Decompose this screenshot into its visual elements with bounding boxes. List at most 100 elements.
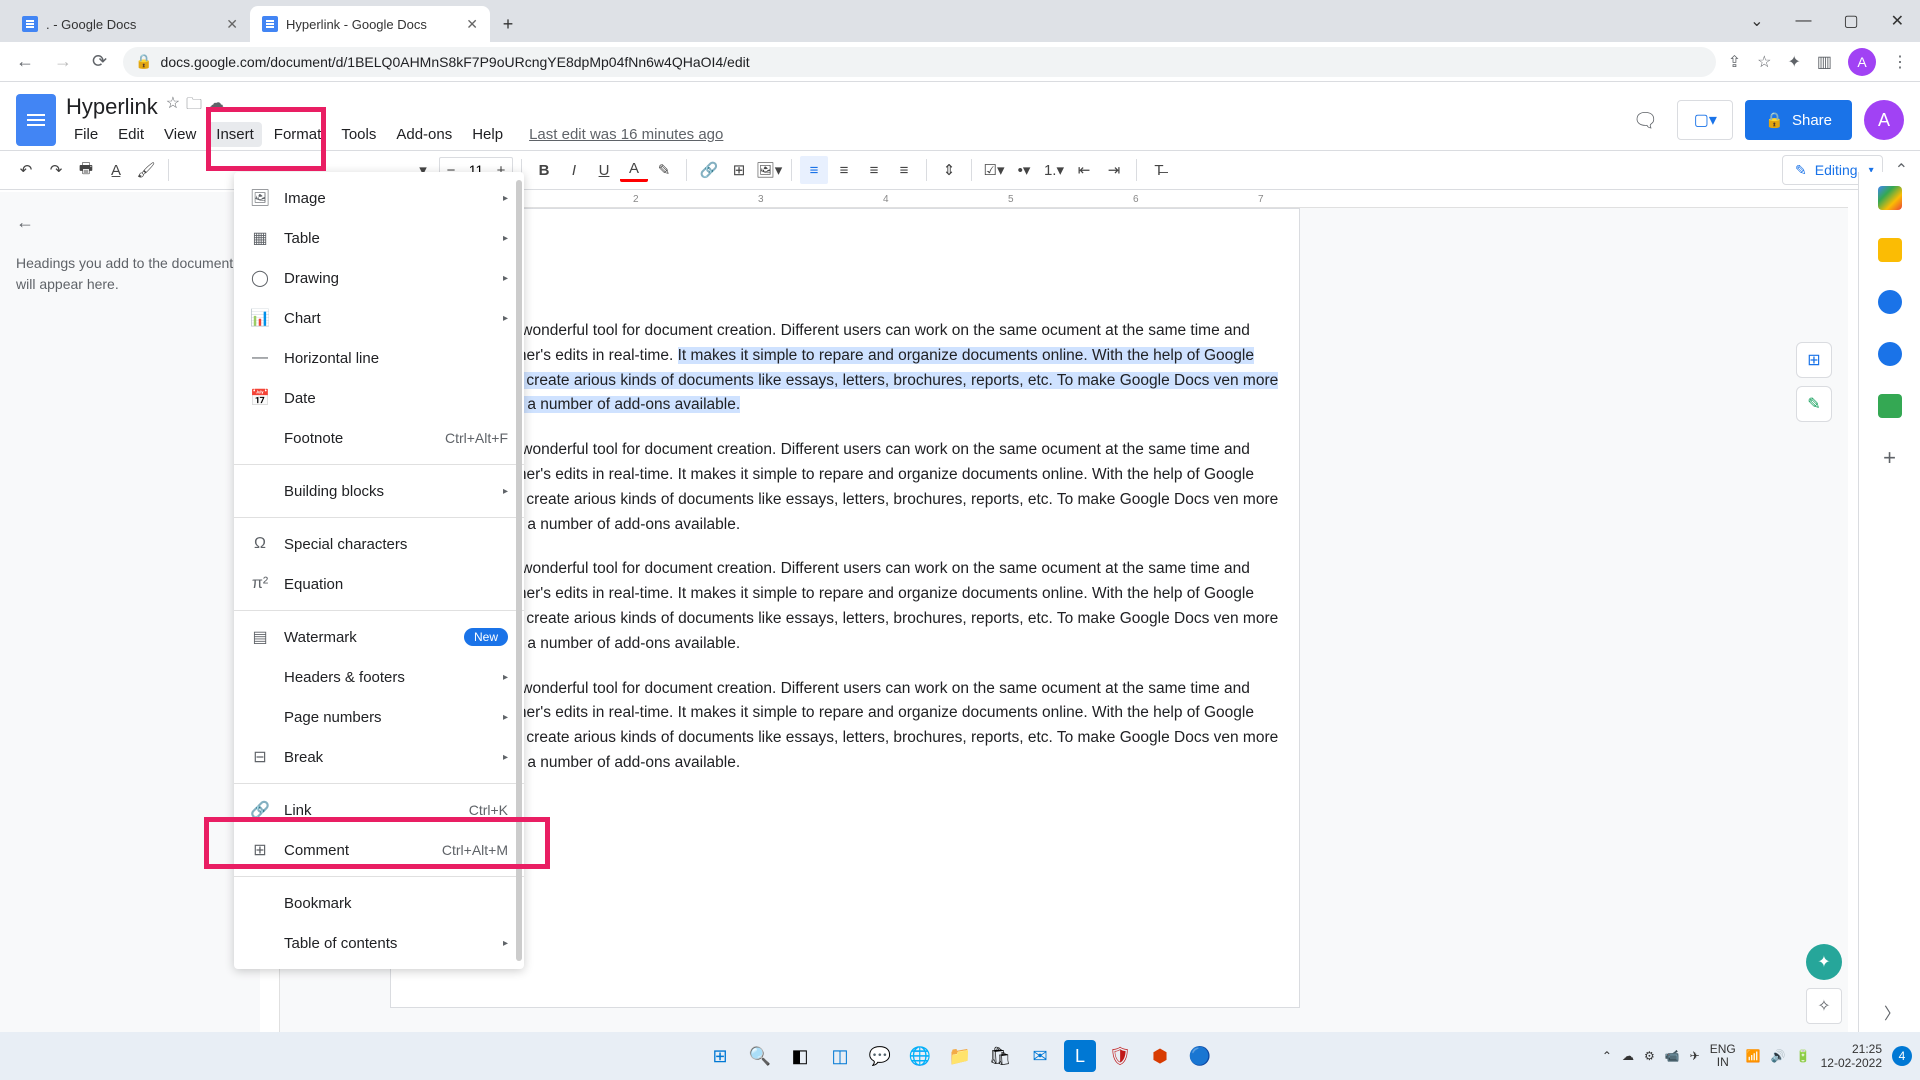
- star-icon[interactable]: ☆: [166, 93, 180, 120]
- bookmark-star-icon[interactable]: ☆: [1757, 52, 1771, 72]
- insert-link-button[interactable]: 🔗: [695, 156, 723, 184]
- share-button[interactable]: 🔒 Share: [1745, 100, 1852, 140]
- back-button[interactable]: ←: [12, 47, 38, 76]
- forward-button[interactable]: →: [50, 47, 76, 76]
- menu-item-link[interactable]: 🔗LinkCtrl+K: [234, 790, 524, 830]
- add-suggestion-button[interactable]: ✎: [1796, 386, 1832, 422]
- url-input[interactable]: 🔒 docs.google.com/document/d/1BELQ0AHMnS…: [123, 47, 1716, 77]
- menu-item-date[interactable]: 📅Date: [234, 378, 524, 418]
- document-body[interactable]: oogle Docs is a wonderful tool for docum…: [411, 319, 1279, 776]
- menu-item-bookmark[interactable]: Bookmark: [234, 883, 524, 923]
- increase-indent-button[interactable]: ⇥: [1100, 156, 1128, 184]
- search-button[interactable]: 🔍: [744, 1040, 776, 1072]
- paint-format-button[interactable]: 🖌: [132, 156, 160, 184]
- clear-formatting-button[interactable]: T̶: [1145, 156, 1173, 184]
- side-panel-toggle[interactable]: 〉: [1884, 1000, 1900, 1024]
- kebab-menu-icon[interactable]: ⋮: [1892, 52, 1908, 72]
- close-window-button[interactable]: ✕: [1883, 7, 1912, 35]
- new-tab-button[interactable]: +: [490, 6, 526, 42]
- get-addons-icon[interactable]: +: [1878, 446, 1902, 470]
- explore-button[interactable]: ✦: [1806, 944, 1842, 980]
- task-view-button[interactable]: ◧: [784, 1040, 816, 1072]
- redo-button[interactable]: ↷: [42, 156, 70, 184]
- menu-item-equation[interactable]: π²Equation: [234, 564, 524, 604]
- menu-scrollbar[interactable]: [516, 180, 522, 961]
- close-tab-icon[interactable]: ✕: [466, 16, 478, 33]
- office-icon[interactable]: ⬢: [1144, 1040, 1176, 1072]
- chrome-icon[interactable]: 🔵: [1184, 1040, 1216, 1072]
- undo-button[interactable]: ↶: [12, 156, 40, 184]
- menu-view[interactable]: View: [156, 122, 204, 147]
- side-panel-icon[interactable]: ▥: [1817, 52, 1832, 72]
- volume-icon[interactable]: 🔊: [1771, 1049, 1786, 1063]
- menu-item-special-characters[interactable]: ΩSpecial characters: [234, 524, 524, 564]
- last-edit-link[interactable]: Last edit was 16 minutes ago: [521, 122, 731, 147]
- menu-insert[interactable]: Insert: [208, 122, 262, 147]
- checklist-button[interactable]: ☑▾: [980, 156, 1008, 184]
- text-color-button[interactable]: A: [620, 158, 648, 182]
- decrease-indent-button[interactable]: ⇤: [1070, 156, 1098, 184]
- chevron-down-icon[interactable]: ⌄: [1742, 7, 1771, 35]
- spellcheck-button[interactable]: A̲: [102, 156, 130, 184]
- present-button[interactable]: ▢▾: [1677, 100, 1733, 140]
- clock[interactable]: 21:25 12-02-2022: [1821, 1042, 1882, 1071]
- contacts-addon-icon[interactable]: [1878, 342, 1902, 366]
- docs-home-icon[interactable]: [16, 94, 56, 146]
- menu-item-image[interactable]: 🖼Image▸: [234, 178, 524, 218]
- italic-button[interactable]: I: [560, 156, 588, 184]
- cloud-status-icon[interactable]: ☁: [208, 93, 224, 120]
- reload-button[interactable]: ⟳: [88, 47, 111, 76]
- chat-icon[interactable]: 💬: [864, 1040, 896, 1072]
- file-explorer-icon[interactable]: 📁: [944, 1040, 976, 1072]
- highlight-button[interactable]: ✎: [650, 156, 678, 184]
- numbered-list-button[interactable]: 1.▾: [1040, 156, 1068, 184]
- move-icon[interactable]: 🗀: [186, 93, 202, 120]
- menu-item-drawing[interactable]: ◯Drawing▸: [234, 258, 524, 298]
- browser-tab-2[interactable]: Hyperlink - Google Docs ✕: [250, 6, 490, 42]
- store-icon[interactable]: 🛍: [984, 1040, 1016, 1072]
- align-center-button[interactable]: ≡: [830, 156, 858, 184]
- menu-item-table[interactable]: ▦Table▸: [234, 218, 524, 258]
- menu-item-headers-footers[interactable]: Headers & footers▸: [234, 657, 524, 697]
- bold-button[interactable]: B: [530, 156, 558, 184]
- add-comment-button[interactable]: ⊞: [1796, 342, 1832, 378]
- mcafee-icon[interactable]: 🛡: [1104, 1040, 1136, 1072]
- tray-chevron-icon[interactable]: ⌃: [1602, 1049, 1612, 1063]
- document-page[interactable]: oogle Docs is a wonderful tool for docum…: [390, 208, 1300, 1008]
- maps-addon-icon[interactable]: [1878, 394, 1902, 418]
- menu-item-comment[interactable]: ⊞CommentCtrl+Alt+M: [234, 830, 524, 870]
- menu-item-building-blocks[interactable]: Building blocks▸: [234, 471, 524, 511]
- profile-avatar[interactable]: A: [1848, 48, 1876, 76]
- outline-back-icon[interactable]: ←: [16, 212, 244, 233]
- menu-edit[interactable]: Edit: [110, 122, 152, 147]
- menu-addons[interactable]: Add-ons: [388, 122, 460, 147]
- maximize-button[interactable]: ▢: [1835, 7, 1866, 35]
- language-indicator[interactable]: ENG IN: [1710, 1043, 1736, 1069]
- account-avatar[interactable]: A: [1864, 100, 1904, 140]
- menu-file[interactable]: File: [66, 122, 106, 147]
- menu-item-watermark[interactable]: ▤WatermarkNew: [234, 617, 524, 657]
- minimize-button[interactable]: —: [1787, 8, 1819, 34]
- app-icon[interactable]: L: [1064, 1040, 1096, 1072]
- menu-tools[interactable]: Tools: [333, 122, 384, 147]
- menu-format[interactable]: Format: [266, 122, 330, 147]
- menu-item-horizontal-line[interactable]: —Horizontal line: [234, 338, 524, 378]
- edge-icon[interactable]: 🌐: [904, 1040, 936, 1072]
- close-tab-icon[interactable]: ✕: [226, 16, 238, 33]
- tasks-addon-icon[interactable]: [1878, 290, 1902, 314]
- menu-item-page-numbers[interactable]: Page numbers▸: [234, 697, 524, 737]
- menu-item-break[interactable]: ⊟Break▸: [234, 737, 524, 777]
- onedrive-icon[interactable]: ☁: [1622, 1049, 1634, 1063]
- align-left-button[interactable]: ≡: [800, 156, 828, 184]
- menu-help[interactable]: Help: [464, 122, 511, 147]
- underline-button[interactable]: U: [590, 156, 618, 184]
- tray-app-icon[interactable]: ⚙: [1644, 1049, 1655, 1063]
- bullet-list-button[interactable]: •▾: [1010, 156, 1038, 184]
- menu-item-toc[interactable]: Table of contents▸: [234, 923, 524, 963]
- document-title[interactable]: Hyperlink: [66, 94, 158, 120]
- align-right-button[interactable]: ≡: [860, 156, 888, 184]
- extensions-icon[interactable]: ✦: [1787, 52, 1800, 72]
- browser-tab-1[interactable]: . - Google Docs ✕: [10, 6, 250, 42]
- show-side-panel-button[interactable]: ✧: [1806, 988, 1842, 1024]
- print-button[interactable]: 🖶: [72, 156, 100, 184]
